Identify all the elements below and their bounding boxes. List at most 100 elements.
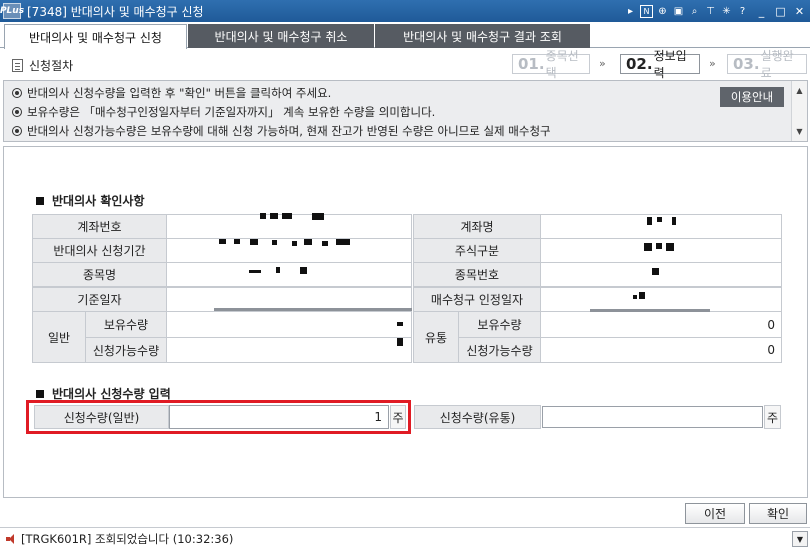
scroll-down-icon[interactable]: ▼	[792, 124, 807, 139]
value-stock-code	[540, 262, 782, 287]
info-line-3: 반대의사 신청가능수량은 보유수량에 대해 신청 가능하며, 현재 잔고가 반영…	[12, 123, 782, 139]
window-title: [7348] 반대의사 및 매수청구 신청	[27, 4, 204, 19]
redaction-bar	[590, 309, 710, 312]
step-arrow-2: »	[709, 57, 716, 70]
zoom-icon[interactable]: ⊕	[656, 5, 669, 18]
main-panel: 반대의사 확인사항 계좌번호 반대의사 신청기간 종목명 기준일자 일반 보유수…	[3, 146, 808, 498]
redaction-mark	[304, 239, 312, 245]
redaction-mark	[656, 243, 662, 249]
redaction-mark	[300, 267, 307, 274]
title-toolbar: ▸ N ⊕ ▣ ⌕ ⊤ ✳ ? _ □ ✕	[624, 4, 806, 18]
info-line-1: 반대의사 신청수량을 입력한 후 "확인" 버튼을 클릭하여 주세요.	[12, 85, 331, 101]
bullet-icon	[12, 88, 22, 98]
label-circulation-available: 신청가능수량	[458, 337, 541, 363]
pin-icon[interactable]: ⊤	[704, 5, 717, 18]
bullet-icon	[12, 126, 22, 136]
steps-row: 신청절차 01. 종목선택 » 02. 정보입력 » 03. 실행완료	[0, 49, 810, 80]
label-account-name: 계좌명	[413, 214, 541, 239]
step-arrow-1: »	[599, 57, 606, 70]
star-icon[interactable]: ✳	[720, 5, 733, 18]
bullet-icon	[12, 107, 22, 117]
status-dropdown-icon[interactable]: ▼	[792, 531, 808, 547]
redaction-mark	[647, 217, 652, 225]
redaction-mark	[652, 268, 659, 275]
label-general-group: 일반	[32, 311, 86, 363]
document-icon	[12, 59, 23, 72]
step-3: 03. 실행완료	[727, 49, 807, 80]
speaker-icon	[6, 533, 17, 544]
redaction-mark	[644, 243, 652, 251]
square-bullet-icon	[36, 196, 44, 205]
label-base-date: 기준일자	[32, 287, 167, 312]
value-circulation-holding: 0	[540, 311, 782, 338]
highlight-box	[26, 400, 411, 434]
redaction-mark	[312, 213, 324, 220]
minimize-icon[interactable]: _	[755, 5, 768, 18]
status-bar: [TRGK601R] 조회되었습니다 (10:32:36) ▼	[0, 527, 810, 549]
tab-cancel[interactable]: 반대의사 및 매수청구 취소	[188, 24, 374, 48]
redaction-mark	[292, 241, 297, 246]
apply-qty-circulation-input[interactable]	[542, 406, 763, 428]
label-circulation-group: 유통	[413, 311, 459, 363]
redaction-bar	[214, 308, 412, 311]
redaction-mark	[639, 292, 645, 299]
unit-circulation: 주	[764, 405, 781, 429]
steps-label: 신청절차	[12, 57, 73, 74]
redaction-mark	[672, 217, 676, 225]
redaction-mark	[397, 322, 403, 326]
step-1: 01. 종목선택	[512, 49, 590, 80]
app-logo: PLus	[0, 3, 24, 19]
label-apply-period: 반대의사 신청기간	[32, 238, 167, 263]
title-bar: PLus [7348] 반대의사 및 매수청구 신청 ▸ N ⊕ ▣ ⌕ ⊤ ✳…	[0, 0, 810, 22]
prev-button[interactable]: 이전	[685, 503, 745, 524]
redaction-mark	[397, 338, 403, 346]
n-box-icon[interactable]: N	[640, 4, 653, 18]
maximize-icon[interactable]: □	[774, 5, 787, 18]
confirm-section-title: 반대의사 확인사항	[36, 192, 145, 209]
redaction-mark	[666, 243, 674, 251]
square-bullet-icon	[36, 389, 44, 398]
value-general-available	[166, 337, 412, 363]
label-purchase-recognition-date: 매수청구 인정일자	[413, 287, 541, 312]
info-line-2: 보유수량은 「매수청구인정일자부터 기준일자까지」 계속 보유한 수량을 의미합…	[12, 104, 435, 120]
scroll-up-icon[interactable]: ▲	[792, 83, 807, 98]
label-stock-type: 주식구분	[413, 238, 541, 263]
redaction-mark	[260, 213, 266, 219]
info-box: 반대의사 신청수량을 입력한 후 "확인" 버튼을 클릭하여 주세요. 보유수량…	[3, 80, 808, 142]
help-icon[interactable]: ?	[736, 5, 749, 18]
label-circulation-holding: 보유수량	[458, 311, 541, 338]
label-account-number: 계좌번호	[32, 214, 167, 239]
info-scrollbar[interactable]: ▲ ▼	[791, 81, 807, 141]
step-2: 02. 정보입력	[620, 49, 700, 80]
confirm-button[interactable]: 확인	[749, 503, 807, 524]
label-general-available: 신청가능수량	[85, 337, 167, 363]
window-icon[interactable]: ▣	[672, 5, 685, 18]
label-stock-name: 종목명	[32, 262, 167, 287]
tab-apply[interactable]: 반대의사 및 매수청구 신청	[4, 24, 187, 49]
redaction-mark	[276, 267, 280, 273]
redaction-mark	[249, 270, 261, 273]
value-circulation-available: 0	[540, 337, 782, 363]
redaction-mark	[272, 240, 277, 245]
redaction-mark	[234, 239, 240, 244]
redaction-mark	[250, 239, 258, 245]
tab-result[interactable]: 반대의사 및 매수청구 결과 조회	[375, 24, 590, 48]
guide-button[interactable]: 이용안내	[720, 87, 784, 107]
arrow-right-icon[interactable]: ▸	[624, 5, 637, 18]
redaction-mark	[657, 217, 662, 222]
close-icon[interactable]: ✕	[793, 5, 806, 18]
value-stock-type	[540, 238, 782, 263]
label-general-holding: 보유수량	[85, 311, 167, 338]
redaction-mark	[322, 241, 328, 246]
label-apply-qty-circulation: 신청수량(유통)	[414, 405, 541, 429]
tab-bar: 반대의사 및 매수청구 신청 반대의사 및 매수청구 취소 반대의사 및 매수청…	[0, 22, 810, 49]
value-apply-period	[166, 238, 412, 263]
value-general-holding	[166, 311, 412, 338]
steps-label-text: 신청절차	[29, 59, 74, 73]
value-stock-name	[166, 262, 412, 287]
redaction-mark	[270, 213, 278, 219]
magnifier-icon[interactable]: ⌕	[688, 5, 701, 18]
redaction-mark	[633, 295, 637, 299]
bottom-bar: 이전 확인	[0, 500, 810, 526]
redaction-mark	[219, 239, 226, 244]
